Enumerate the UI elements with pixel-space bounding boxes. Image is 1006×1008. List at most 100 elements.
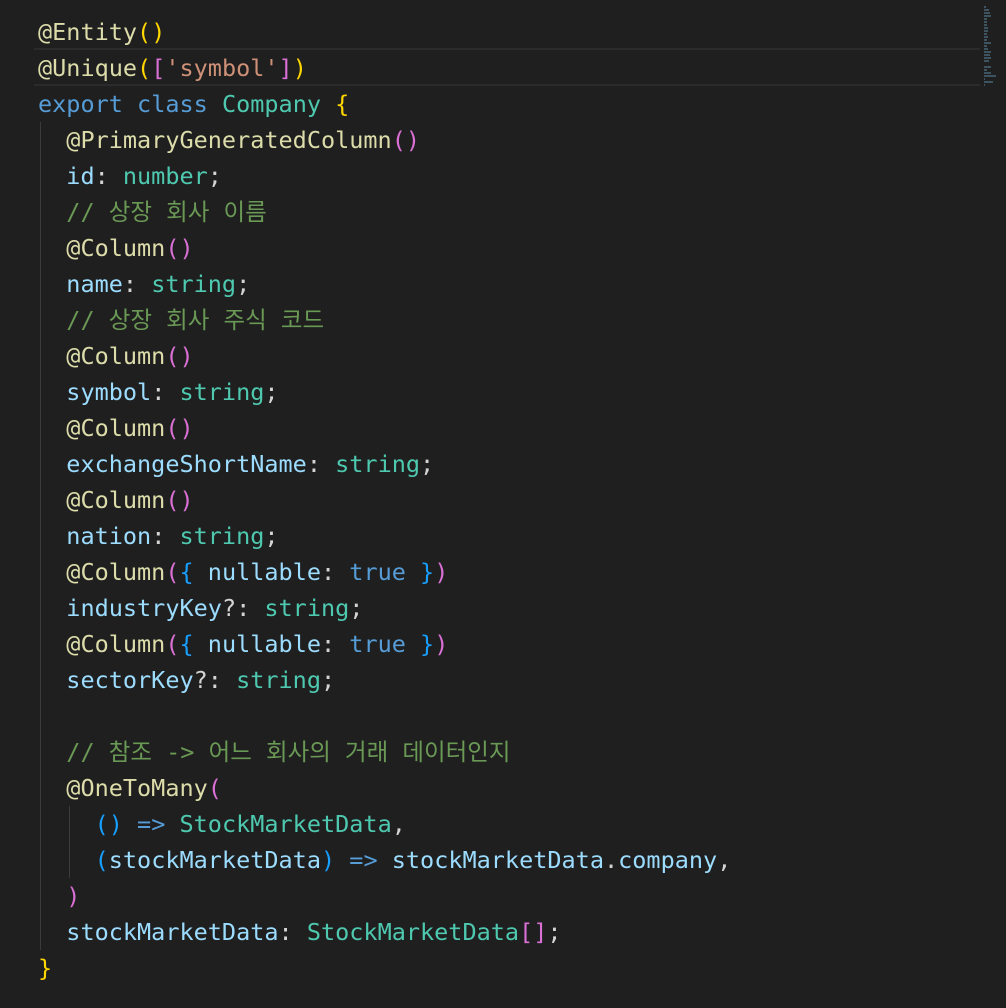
code-token: stockMarketData xyxy=(108,846,321,874)
code-line[interactable]: @Entity() xyxy=(33,14,981,50)
code-token: ( xyxy=(207,774,222,802)
code-token: @Column xyxy=(66,234,166,262)
minimap-line xyxy=(984,78,985,80)
code-token: nullable xyxy=(193,558,321,586)
code-token: @Column xyxy=(66,486,166,514)
code-token: @PrimaryGeneratedColumn xyxy=(66,126,392,154)
code-token: [ xyxy=(151,54,166,82)
minimap-line xyxy=(984,6,987,8)
minimap-line xyxy=(984,69,988,71)
code-line[interactable]: () => StockMarketData, xyxy=(38,806,731,842)
minimap-line xyxy=(984,9,989,11)
minimap-line xyxy=(984,36,989,38)
code-line[interactable]: // 상장 회사 주식 코드 xyxy=(38,302,731,338)
code-line[interactable]: exchangeShortName: string; xyxy=(38,446,731,482)
code-line[interactable]: @Unique(['symbol']) xyxy=(33,50,981,86)
code-token: ) xyxy=(320,846,336,874)
code-line[interactable]: @Column() xyxy=(38,338,731,374)
code-token: : xyxy=(122,270,152,298)
code-line[interactable]: ) xyxy=(38,878,731,914)
code-line[interactable]: name: string; xyxy=(38,266,731,302)
code-token: ; xyxy=(207,162,222,190)
code-line[interactable]: @Column() xyxy=(38,482,731,518)
code-line[interactable]: @Column() xyxy=(38,230,731,266)
code-line[interactable]: id: number; xyxy=(38,158,731,194)
minimap-line xyxy=(984,54,990,56)
code-token: true xyxy=(349,558,406,586)
code-token: : xyxy=(151,522,180,550)
code-token: // 상장 회사 이름 xyxy=(66,198,267,226)
code-line[interactable]: industryKey?: string; xyxy=(38,590,731,626)
code-line[interactable]: export class Company { xyxy=(38,86,731,122)
minimap-line xyxy=(984,81,994,83)
code-token: ; xyxy=(547,918,562,946)
code-token: string xyxy=(179,378,265,406)
minimap-line xyxy=(984,21,988,23)
code-line[interactable]: @Column({ nullable: true }) xyxy=(38,554,731,590)
code-text-area[interactable]: @Entity() @Unique(['symbol']) export class… xyxy=(33,14,981,986)
minimap-line xyxy=(984,51,992,53)
code-token: string xyxy=(151,270,237,298)
minimap[interactable] xyxy=(984,6,998,96)
code-token: . xyxy=(603,846,619,874)
code-token: () xyxy=(165,414,194,442)
code-token: ] xyxy=(278,54,293,82)
code-token: 'symbol' xyxy=(165,54,279,82)
code-token: StockMarketData xyxy=(306,918,520,946)
code-token: number xyxy=(122,162,208,190)
code-token: } xyxy=(420,558,435,586)
code-token: } xyxy=(420,630,435,658)
code-token: stockMarketData xyxy=(66,918,279,946)
minimap-line xyxy=(984,39,987,41)
code-token: name xyxy=(66,270,123,298)
code-line[interactable]: @PrimaryGeneratedColumn() xyxy=(38,122,731,158)
code-line[interactable]: symbol: string; xyxy=(38,374,731,410)
code-line[interactable]: nation: string; xyxy=(38,518,731,554)
code-token: ; xyxy=(264,522,279,550)
code-token: export xyxy=(38,90,123,118)
code-line[interactable]: } xyxy=(38,950,731,986)
code-token: : xyxy=(278,918,307,946)
code-token: , xyxy=(391,810,406,838)
code-line[interactable]: @Column() xyxy=(38,410,731,446)
code-token: , xyxy=(717,846,732,874)
code-line[interactable]: (stockMarketData) => stockMarketData.com… xyxy=(38,842,732,878)
code-token: Company xyxy=(221,90,321,118)
code-token: stockMarketData xyxy=(391,846,604,874)
code-token: ; xyxy=(236,270,251,298)
code-line[interactable]: // 참조 -> 어느 회사의 거래 데이터인지 xyxy=(38,734,731,770)
code-line[interactable] xyxy=(38,698,731,734)
code-token: @Column xyxy=(66,342,166,370)
code-token: ( xyxy=(137,54,152,82)
code-token: @Column xyxy=(66,630,166,658)
code-token: () xyxy=(165,342,194,370)
code-token: industryKey xyxy=(66,594,222,622)
code-token: string xyxy=(335,450,421,478)
code-token: () xyxy=(391,126,421,154)
minimap-line xyxy=(984,30,988,32)
code-line[interactable]: @OneToMany( xyxy=(38,770,731,806)
minimap-line xyxy=(984,24,987,26)
code-line[interactable]: sectorKey?: string; xyxy=(38,662,731,698)
code-token: @Entity xyxy=(38,18,138,46)
code-token: => xyxy=(349,846,378,874)
code-line[interactable]: // 상장 회사 이름 xyxy=(38,194,731,230)
minimap-line xyxy=(984,15,991,17)
code-line[interactable]: @Column({ nullable: true }) xyxy=(38,626,731,662)
code-editor[interactable]: @Entity() @Unique(['symbol']) export class… xyxy=(0,0,1006,1008)
code-line[interactable]: stockMarketData: StockMarketData[]; xyxy=(38,914,731,950)
minimap-line xyxy=(984,60,990,62)
